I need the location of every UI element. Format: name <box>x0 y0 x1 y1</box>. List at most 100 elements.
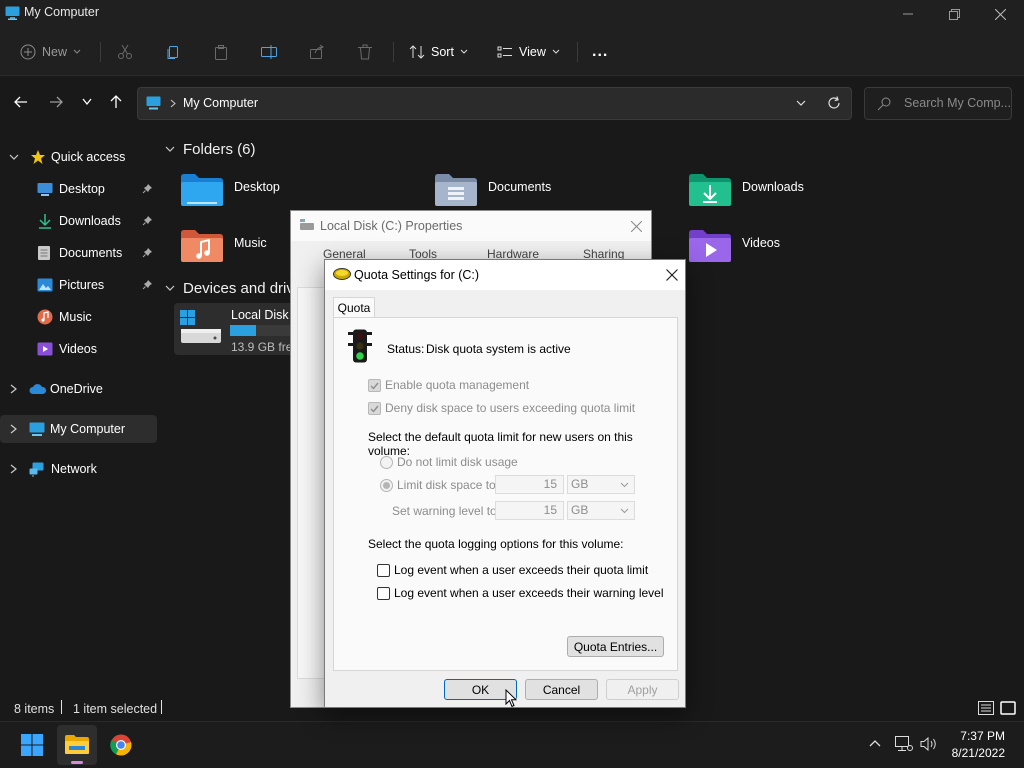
log-warning-checkbox[interactable]: Log event when a user exceeds their warn… <box>377 586 664 600</box>
view-label: View <box>519 45 546 59</box>
sidebar-item-my-computer[interactable]: My Computer <box>0 415 157 443</box>
cut-button[interactable] <box>117 36 133 68</box>
sort-button[interactable]: Sort <box>409 36 468 68</box>
plus-circle-icon <box>20 44 36 60</box>
no-limit-radio[interactable]: Do not limit disk usage <box>380 455 518 469</box>
mouse-cursor-icon <box>505 689 517 708</box>
start-button-icon[interactable] <box>21 734 43 756</box>
close-icon[interactable] <box>631 221 642 232</box>
copy-icon <box>165 44 181 60</box>
delete-button[interactable] <box>357 36 373 68</box>
devices-header-label: Devices and driv <box>183 280 294 297</box>
search-box[interactable]: Search My Comp... <box>864 87 1012 120</box>
sort-label: Sort <box>431 45 454 59</box>
sidebar-item-music[interactable]: Music <box>0 303 157 331</box>
share-icon <box>309 44 325 60</box>
breadcrumb-my-computer[interactable]: My Computer <box>183 96 258 110</box>
network-status-icon[interactable] <box>895 736 913 752</box>
more-options-button[interactable]: ... <box>592 36 608 68</box>
share-button[interactable] <box>309 36 325 68</box>
desktop-icon <box>37 182 53 196</box>
log-limit-checkbox[interactable]: Log event when a user exceeds their quot… <box>377 563 648 577</box>
limit-value-field[interactable]: 15 <box>495 475 564 494</box>
videos-folder-icon <box>688 227 732 263</box>
limit-disk-radio[interactable]: Limit disk space to <box>380 478 496 492</box>
address-bar[interactable]: My Computer <box>137 87 852 120</box>
checkbox-checked-icon <box>368 401 381 415</box>
quota-entries-button[interactable]: Quota Entries... <box>567 636 664 657</box>
apply-button[interactable]: Apply <box>606 679 679 700</box>
clock-date[interactable]: 8/21/2022 <box>948 746 1005 760</box>
up-button[interactable] <box>105 91 127 113</box>
toolbar-divider <box>393 42 394 62</box>
arrow-left-icon <box>14 95 28 109</box>
tab-quota-label: Quota <box>337 301 371 315</box>
chevron-up-icon[interactable] <box>869 739 881 747</box>
hard-drive-icon <box>179 309 223 345</box>
sidebar-item-quick-access[interactable]: Quick access <box>0 143 157 171</box>
drive-small-icon <box>299 219 315 231</box>
rename-button[interactable] <box>261 36 277 68</box>
large-icons-view-icon[interactable] <box>1000 701 1016 715</box>
download-arrow-icon <box>37 213 53 229</box>
music-icon <box>37 309 53 325</box>
minimize-button[interactable] <box>885 0 931 28</box>
cancel-button[interactable]: Cancel <box>525 679 598 700</box>
pin-icon <box>142 279 153 290</box>
picture-icon <box>37 278 53 292</box>
clock-time[interactable]: 7:37 PM <box>958 729 1005 743</box>
volume-icon[interactable] <box>920 736 938 752</box>
chrome-icon[interactable] <box>110 734 132 756</box>
sidebar-item-desktop[interactable]: Desktop <box>0 175 157 203</box>
breadcrumb-separator-icon <box>170 99 176 108</box>
sidebar-item-downloads[interactable]: Downloads <box>0 207 157 235</box>
active-app-indicator <box>71 761 83 764</box>
view-button[interactable]: View <box>497 36 560 68</box>
warning-unit-select[interactable]: GB <box>567 501 635 520</box>
limit-disk-label: Limit disk space to <box>397 478 496 492</box>
sidebar-item-pictures[interactable]: Pictures <box>0 271 157 299</box>
chevron-down-icon <box>620 482 629 488</box>
folder-downloads[interactable]: Downloads <box>688 171 928 219</box>
sidebar-item-label: Quick access <box>51 150 126 164</box>
properties-title: Local Disk (C:) Properties <box>320 219 463 233</box>
limit-unit-select[interactable]: GB <box>567 475 635 494</box>
forward-button[interactable] <box>45 91 67 113</box>
recent-locations-button[interactable] <box>76 91 98 113</box>
chevron-down-icon <box>165 285 175 292</box>
close-button[interactable] <box>977 0 1023 28</box>
sidebar-item-documents[interactable]: Documents <box>0 239 157 267</box>
close-icon[interactable] <box>666 269 678 281</box>
sidebar-item-label: Desktop <box>59 182 105 196</box>
new-label: New <box>42 45 68 59</box>
chevron-right-icon <box>10 424 17 434</box>
folder-videos[interactable]: Videos <box>688 227 928 275</box>
folders-group-header[interactable]: Folders (6) <box>165 141 256 158</box>
refresh-icon[interactable] <box>827 96 841 110</box>
maximize-button[interactable] <box>931 0 977 28</box>
details-view-icon[interactable] <box>978 701 994 715</box>
file-explorer-taskbar-button[interactable] <box>57 725 97 765</box>
document-icon <box>37 245 51 261</box>
back-button[interactable] <box>10 91 32 113</box>
warning-value-field[interactable]: 15 <box>495 501 564 520</box>
enable-quota-checkbox[interactable]: Enable quota management <box>368 378 529 392</box>
tab-quota[interactable]: Quota <box>333 297 375 318</box>
copy-button[interactable] <box>165 36 181 68</box>
paste-button[interactable] <box>213 36 229 68</box>
new-button[interactable]: New <box>20 36 81 68</box>
chevron-right-icon <box>10 464 17 474</box>
devices-group-header[interactable]: Devices and driv <box>165 280 294 297</box>
quota-entries-label: Quota Entries... <box>573 639 658 654</box>
quota-disk-icon <box>333 268 351 280</box>
address-dropdown-icon[interactable] <box>796 100 806 107</box>
ok-label: OK <box>471 682 490 697</box>
sidebar-item-videos[interactable]: Videos <box>0 335 157 363</box>
navigation-pane: Quick access Desktop Downloads Documents… <box>0 131 165 691</box>
deny-space-checkbox[interactable]: Deny disk space to users exceeding quota… <box>368 401 635 415</box>
sidebar-item-network[interactable]: Network <box>0 455 157 483</box>
sidebar-item-onedrive[interactable]: OneDrive <box>0 375 157 403</box>
folder-label: Music <box>234 236 267 250</box>
arrow-up-icon <box>109 95 123 109</box>
apply-label: Apply <box>627 682 658 697</box>
